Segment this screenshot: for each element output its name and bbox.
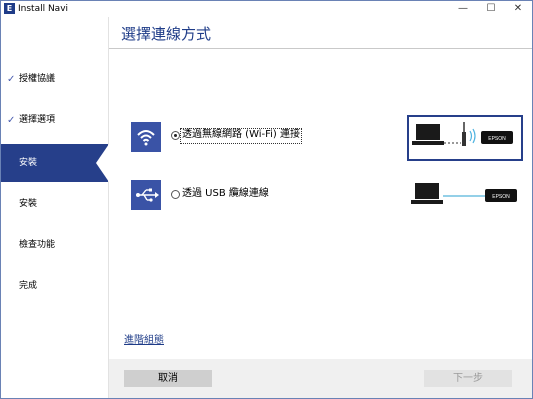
header-divider <box>109 48 532 49</box>
sidebar-item-options: ✓ 選擇選項 <box>1 101 108 139</box>
sidebar-item-label: 授權協議 <box>19 74 56 84</box>
advanced-settings-link[interactable]: 進階組態 <box>124 334 164 348</box>
check-icon: ✓ <box>7 115 16 126</box>
sidebar-item-label: 檢查功能 <box>19 240 56 250</box>
install-navi-window: E Install Navi — ☐ ✕ ✓ 授權協議 ✓ 選擇選項 安裝 安裝… <box>0 0 533 399</box>
page-title: 選擇連線方式 <box>121 25 212 43</box>
usb-radio[interactable] <box>171 190 180 199</box>
sidebar-item-label: 選擇選項 <box>19 115 56 125</box>
sidebar-item-check-functions: 檢查功能 <box>1 226 108 264</box>
cancel-button[interactable]: 取消 <box>124 370 212 387</box>
window-title: Install Navi <box>18 4 69 14</box>
sidebar-item-install-active: 安裝 <box>1 144 109 182</box>
sidebar-item-label: 完成 <box>19 281 38 291</box>
app-icon: E <box>4 3 15 14</box>
usb-connection-diagram: EPSON <box>409 177 519 215</box>
wifi-radio[interactable] <box>171 131 180 140</box>
printer-brand-text: EPSON <box>488 136 506 142</box>
minimize-button[interactable]: — <box>449 1 477 17</box>
active-pointer-icon <box>96 144 109 182</box>
sidebar-item-label: 安裝 <box>19 199 38 209</box>
sidebar-item-install: 安裝 <box>1 185 108 223</box>
check-icon: ✓ <box>7 74 16 85</box>
usb-icon <box>131 180 161 210</box>
sidebar-item-license: ✓ 授權協議 <box>1 60 108 98</box>
next-button[interactable]: 下一步 <box>424 370 512 387</box>
title-bar: E Install Navi — ☐ ✕ <box>1 1 532 17</box>
usb-option-label[interactable]: 透過 USB 纜線連線 <box>182 187 269 201</box>
wifi-connection-diagram: EPSON <box>407 115 523 161</box>
maximize-button[interactable]: ☐ <box>477 1 505 17</box>
close-button[interactable]: ✕ <box>504 1 532 17</box>
printer-brand-text: EPSON <box>492 194 510 200</box>
sidebar-item-label: 安裝 <box>19 158 38 168</box>
radio-selected-dot <box>174 134 177 137</box>
wifi-option-label[interactable]: 透過無線網路 (Wi-Fi) 連接 <box>182 128 300 142</box>
wifi-icon <box>131 122 161 152</box>
sidebar-item-finish: 完成 <box>1 267 108 305</box>
sidebar: ✓ 授權協議 ✓ 選擇選項 安裝 安裝 檢查功能 完成 <box>1 17 109 398</box>
